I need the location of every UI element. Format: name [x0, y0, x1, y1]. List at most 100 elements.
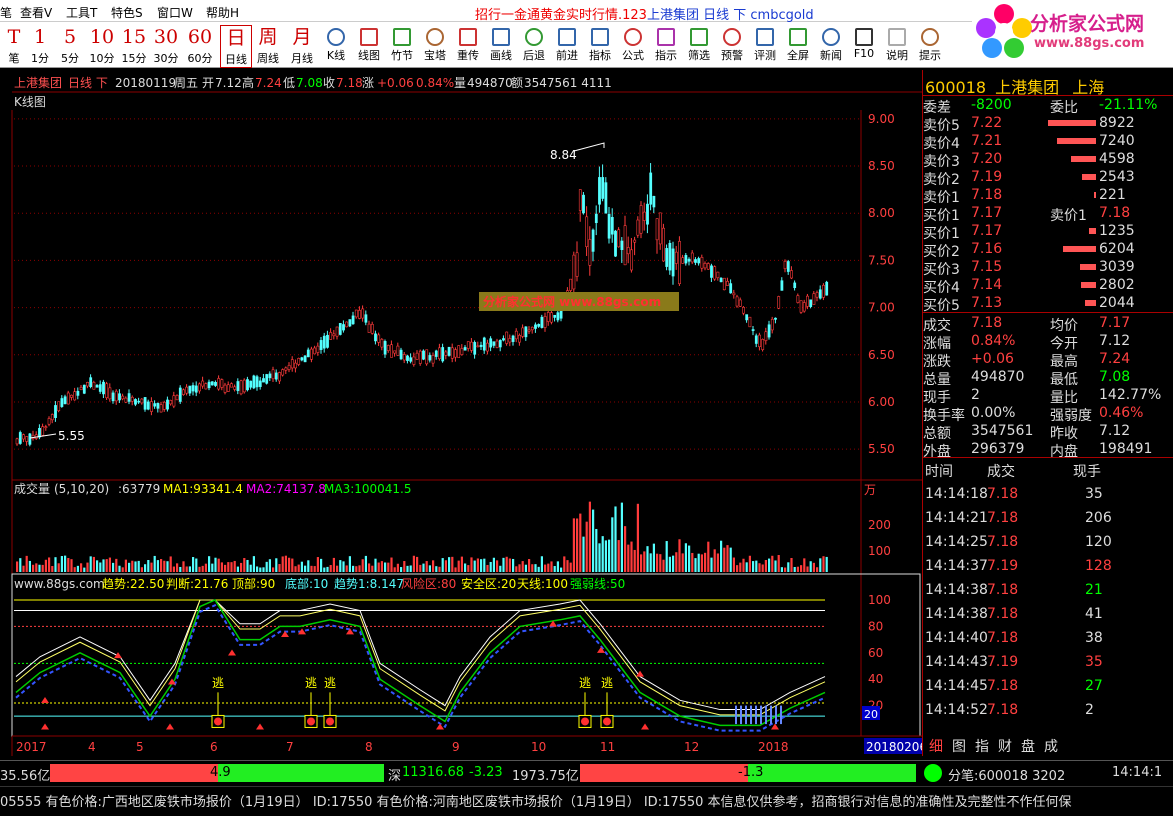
chart-area[interactable]: 上港集团 日线 下 20180119 周五 开 7.12 高 7.24 低 7.… — [0, 70, 927, 756]
volume-bar — [316, 557, 319, 572]
tool-label: 公式 — [622, 49, 644, 62]
candle-body — [306, 349, 310, 358]
period-button-9[interactable]: 月月线 — [286, 25, 318, 66]
kline-ytick: 8.50 — [868, 159, 895, 173]
tool-button-0[interactable]: K线 — [320, 25, 352, 63]
tool-label: 后退 — [523, 49, 545, 62]
stat-value: 0.00% — [971, 405, 1016, 421]
tool-button-5[interactable]: 画线 — [485, 25, 517, 63]
tool-button-9[interactable]: 公式 — [617, 25, 649, 63]
menu-item-tick[interactable]: 笔 — [0, 4, 12, 21]
period-button-5[interactable]: 30 30分 — [152, 25, 180, 66]
tool-button-10[interactable]: 指示 — [650, 25, 682, 63]
quote-tab-1[interactable]: 图 — [952, 736, 966, 756]
menu-item-tools[interactable]: 工具T — [66, 4, 97, 21]
period-button-0[interactable]: T笔 — [0, 25, 28, 66]
tool-button-2[interactable]: 竹节 — [386, 25, 418, 63]
period-button-8[interactable]: 周周线 — [252, 25, 284, 66]
candle-body — [220, 379, 224, 388]
tool-button-17[interactable]: 说明 — [881, 25, 913, 63]
period-button-1[interactable]: 1 1分 — [26, 25, 54, 66]
volume-bar — [64, 555, 67, 572]
ticker-text[interactable]: 05555 有色价格:广西地区废铁市场报价（1月19日） ID:17550 有色… — [0, 791, 1072, 810]
menu-item-view[interactable]: 查看V — [20, 4, 52, 21]
tool-button-8[interactable]: 指标 — [584, 25, 616, 63]
tool-button-15[interactable]: 新闻 — [815, 25, 847, 63]
candle-body — [118, 393, 121, 401]
trade-row-7: 14:14:43 7.19 35 — [923, 654, 1173, 672]
ask-volume-bar — [1057, 138, 1096, 144]
tool-label: K线 — [326, 49, 346, 62]
candle-body — [402, 354, 406, 361]
volume-bar — [224, 564, 227, 572]
quote-tab-4[interactable]: 盘 — [1021, 736, 1035, 756]
tool-button-7[interactable]: 前进 — [551, 25, 583, 63]
volume-bar — [547, 563, 550, 572]
quote-tab-2[interactable]: 指 — [975, 736, 989, 756]
menu-item-special[interactable]: 特色S — [111, 4, 143, 21]
stat-row-1: 涨幅 0.84% 今开 7.12 — [923, 333, 1173, 352]
tool-button-12[interactable]: 预警 — [716, 25, 748, 63]
candle-body — [796, 295, 800, 303]
kline-header-pct: 0.84% — [416, 76, 454, 90]
candle-body — [514, 330, 518, 340]
trade-row-1: 14:14:21 7.18 206 — [923, 510, 1173, 528]
candle-body — [454, 349, 457, 358]
kline-ytick: 7.50 — [868, 253, 895, 267]
quote-tab-3[interactable]: 财 — [998, 736, 1012, 756]
volume-bar — [201, 565, 204, 572]
stat-label: 换手率 — [923, 408, 965, 424]
volume-bar — [128, 562, 131, 572]
quote-divider — [923, 457, 1173, 458]
volume-bar — [499, 565, 502, 572]
bid-price: 7.14 — [971, 277, 1003, 293]
news-ticker[interactable]: 05555 有色价格:广西地区废铁市场报价（1月19日） ID:17550 有色… — [0, 786, 1173, 810]
candle-body — [825, 281, 829, 296]
volume-bar — [16, 561, 19, 572]
ask-label: 卖价5 — [923, 118, 960, 134]
volume-bar — [540, 556, 543, 572]
period-button-6[interactable]: 60 60分 — [186, 25, 214, 66]
quote-bestpair-row: 买价1 7.17 卖价1 7.18 — [923, 205, 1173, 224]
window-title: 招行一金通黄金实时行情.123上港集团 日线 下 cmbcgold — [475, 4, 814, 23]
status-fenbi[interactable]: 分笔:600018 3202 — [948, 765, 1065, 784]
tool-button-13[interactable]: 评测 — [749, 25, 781, 63]
tool-button-1[interactable]: 线图 — [353, 25, 385, 63]
period-button-3[interactable]: 10 10分 — [88, 25, 116, 66]
menu-item-help[interactable]: 帮助H — [206, 4, 239, 21]
chart-canvas[interactable]: 上港集团 日线 下 20180119 周五 开 7.12 高 7.24 低 7.… — [0, 70, 927, 756]
tool-button-11[interactable]: 筛选 — [683, 25, 715, 63]
volume-bar — [150, 562, 153, 572]
candle-body — [428, 355, 432, 361]
volume-bar — [624, 526, 627, 572]
candle-body — [236, 381, 240, 391]
tool-icon — [657, 28, 675, 46]
period-button-4[interactable]: 15 15分 — [120, 25, 148, 66]
tool-button-4[interactable]: 重传 — [452, 25, 484, 63]
indicator-bottom: 底部:10 — [285, 576, 328, 591]
tool-button-18[interactable]: 提示 — [914, 25, 946, 63]
trade-volume: 41 — [1085, 606, 1103, 622]
bid-row-4: 买价5 7.13 2044 — [923, 295, 1173, 314]
bid-volume-bar — [1079, 264, 1096, 270]
volume-bar — [92, 556, 95, 572]
status-sz-amount: 1973.75亿 — [512, 769, 579, 784]
quote-tab-5[interactable]: 成 — [1044, 736, 1058, 756]
volume-bar — [496, 560, 499, 572]
candle-body — [425, 349, 429, 365]
indicator-safe: 安全区:20 — [461, 576, 516, 591]
volume-bar — [489, 561, 492, 572]
quote-tab-0[interactable]: 细 — [929, 736, 943, 756]
tool-label: 画线 — [490, 49, 512, 62]
stat-value: 7.12 — [1099, 333, 1131, 349]
tool-button-3[interactable]: 宝塔 — [419, 25, 451, 63]
candle-body — [156, 402, 160, 409]
tool-button-14[interactable]: 全屏 — [782, 25, 814, 63]
menu-item-window[interactable]: 窗口W — [157, 4, 193, 21]
period-button-2[interactable]: 5 5分 — [56, 25, 84, 66]
tool-button-6[interactable]: 后退 — [518, 25, 550, 63]
volume-bar — [60, 556, 63, 572]
tool-button-16[interactable]: F10 — [848, 25, 880, 60]
period-button-7[interactable]: 日日线 — [220, 25, 252, 68]
volume-bar — [672, 555, 675, 572]
